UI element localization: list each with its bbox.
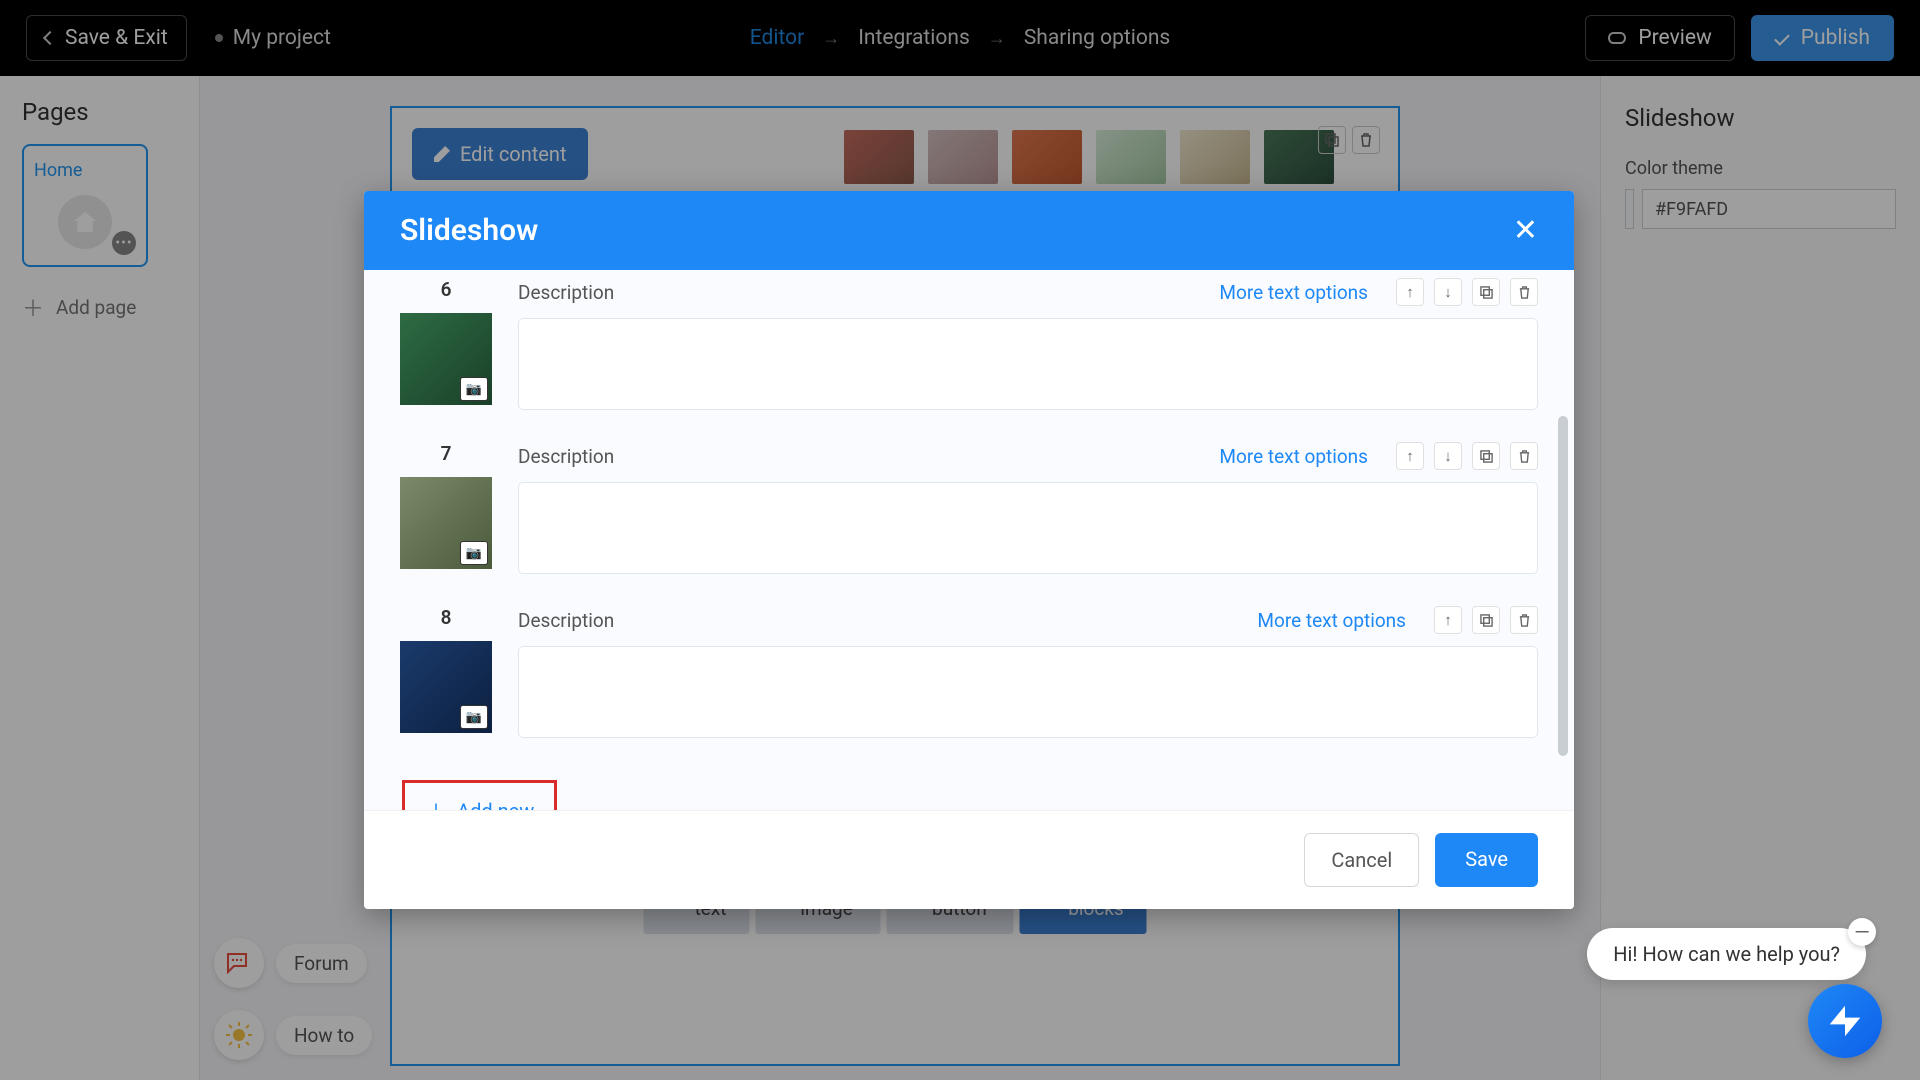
slide-number: 8 bbox=[400, 606, 492, 629]
slideshow-modal: Slideshow ✕ 6 📷 Description More text op… bbox=[364, 191, 1574, 909]
camera-icon[interactable]: 📷 bbox=[460, 705, 488, 729]
modal-footer: Cancel Save bbox=[364, 810, 1574, 909]
duplicate-button[interactable] bbox=[1472, 606, 1500, 634]
slide-image[interactable]: 📷 bbox=[400, 477, 492, 569]
description-input[interactable] bbox=[518, 482, 1538, 574]
slide-row: 8 📷 Description More text options ↑ bbox=[400, 598, 1538, 738]
duplicate-button[interactable] bbox=[1472, 442, 1500, 470]
move-up-button[interactable]: ↑ bbox=[1396, 278, 1424, 306]
more-text-options-link[interactable]: More text options bbox=[1219, 445, 1368, 468]
delete-button[interactable] bbox=[1510, 278, 1538, 306]
description-label: Description bbox=[518, 445, 614, 468]
slide-row: 6 📷 Description More text options ↑ ↓ bbox=[400, 270, 1538, 410]
add-new-button[interactable]: ＋ Add new bbox=[402, 780, 557, 810]
move-down-button[interactable]: ↓ bbox=[1434, 278, 1462, 306]
move-up-button[interactable]: ↑ bbox=[1396, 442, 1424, 470]
move-up-button[interactable]: ↑ bbox=[1434, 606, 1462, 634]
slide-row: 7 📷 Description More text options ↑ ↓ bbox=[400, 434, 1538, 574]
description-input[interactable] bbox=[518, 318, 1538, 410]
messenger-icon bbox=[1828, 1004, 1862, 1038]
save-button[interactable]: Save bbox=[1435, 833, 1538, 887]
more-text-options-link[interactable]: More text options bbox=[1257, 609, 1406, 632]
more-text-options-link[interactable]: More text options bbox=[1219, 281, 1368, 304]
move-down-button[interactable]: ↓ bbox=[1434, 442, 1462, 470]
cancel-button[interactable]: Cancel bbox=[1304, 833, 1419, 887]
duplicate-button[interactable] bbox=[1472, 278, 1500, 306]
delete-button[interactable] bbox=[1510, 606, 1538, 634]
modal-body: 6 📷 Description More text options ↑ ↓ bbox=[364, 270, 1574, 810]
description-input[interactable] bbox=[518, 646, 1538, 738]
close-icon[interactable]: ✕ bbox=[1513, 216, 1538, 246]
description-label: Description bbox=[518, 609, 614, 632]
slide-image[interactable]: 📷 bbox=[400, 641, 492, 733]
add-new-label: Add new bbox=[457, 799, 534, 810]
slide-number: 6 bbox=[400, 278, 492, 301]
modal-header: Slideshow ✕ bbox=[364, 191, 1574, 270]
description-label: Description bbox=[518, 281, 614, 304]
chat-close-button[interactable]: — bbox=[1848, 918, 1876, 946]
scrollbar[interactable] bbox=[1558, 416, 1568, 756]
plus-icon: ＋ bbox=[425, 795, 447, 810]
camera-icon[interactable]: 📷 bbox=[460, 377, 488, 401]
slide-number: 7 bbox=[400, 442, 492, 465]
chat-bubble[interactable]: Hi! How can we help you? — bbox=[1587, 928, 1866, 980]
modal-title: Slideshow bbox=[400, 213, 538, 248]
slide-image[interactable]: 📷 bbox=[400, 313, 492, 405]
camera-icon[interactable]: 📷 bbox=[460, 541, 488, 565]
messenger-button[interactable] bbox=[1808, 984, 1882, 1058]
delete-button[interactable] bbox=[1510, 442, 1538, 470]
chat-text: Hi! How can we help you? bbox=[1613, 942, 1840, 966]
